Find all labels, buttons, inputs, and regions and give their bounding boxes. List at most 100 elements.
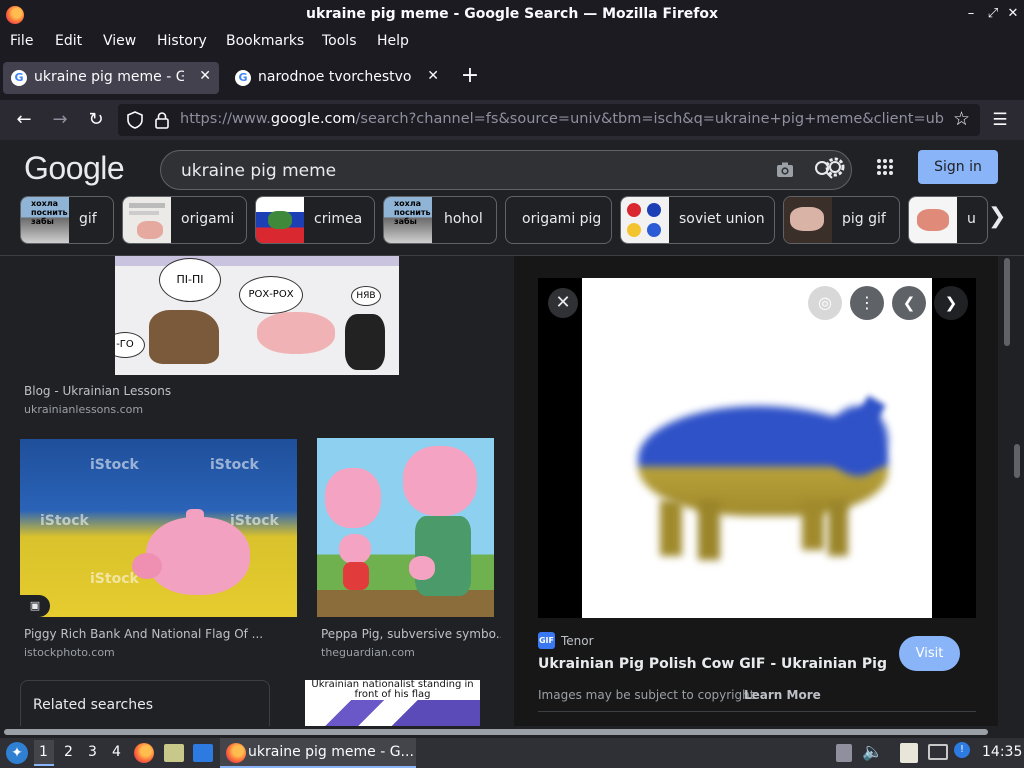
chip-thumbnail: хохла поснить забы bbox=[21, 197, 69, 243]
restore-icon[interactable]: ⤢ bbox=[984, 5, 1002, 23]
menu-help[interactable]: Help bbox=[377, 33, 409, 49]
result-image-peppa-pig[interactable] bbox=[317, 438, 494, 617]
google-logo[interactable]: Google bbox=[24, 150, 125, 187]
chip-thumbnail bbox=[123, 197, 171, 243]
lock-icon[interactable] bbox=[154, 111, 170, 129]
result-title[interactable]: Piggy Rich Bank And National Flag Of ... bbox=[24, 627, 298, 641]
scroll-thumb[interactable] bbox=[4, 729, 988, 735]
chip-origami[interactable]: origami bbox=[122, 196, 247, 244]
workspace-4[interactable]: 4 bbox=[112, 744, 121, 760]
shield-icon[interactable] bbox=[126, 111, 144, 129]
menu-edit[interactable]: Edit bbox=[55, 33, 82, 49]
previous-image-icon[interactable]: ❮ bbox=[892, 286, 926, 320]
search-query[interactable]: ukraine pig meme bbox=[181, 161, 336, 181]
preview-image-pig[interactable] bbox=[582, 278, 932, 618]
minimize-icon[interactable]: – bbox=[962, 5, 980, 23]
close-tab-icon[interactable]: ✕ bbox=[199, 68, 211, 84]
menu-view[interactable]: View bbox=[103, 33, 136, 49]
notes-icon[interactable] bbox=[900, 743, 918, 763]
result-image-nationalist[interactable]: Ukrainian nationalist standing in front … bbox=[305, 680, 480, 726]
url-bar[interactable]: https://www.google.com/search?channel=fs… bbox=[118, 104, 980, 136]
file-manager-icon[interactable] bbox=[164, 744, 184, 762]
chip-hohol[interactable]: хохла поснить забы hohol bbox=[383, 196, 497, 244]
apps-grid-icon[interactable] bbox=[876, 158, 894, 176]
menu-bookmarks[interactable]: Bookmarks bbox=[226, 33, 304, 49]
sign-in-button[interactable]: Sign in bbox=[918, 150, 998, 184]
menu-file[interactable]: File bbox=[10, 33, 33, 49]
tenor-gif-badge: GIF bbox=[538, 632, 555, 649]
chip-label: crimea bbox=[314, 211, 363, 227]
bookmark-star-icon[interactable]: ☆ bbox=[953, 108, 970, 130]
result-source[interactable]: istockphoto.com bbox=[24, 646, 115, 659]
updates-icon[interactable]: ! bbox=[954, 742, 970, 758]
close-preview-icon[interactable]: ✕ bbox=[548, 288, 578, 318]
workspace-3[interactable]: 3 bbox=[88, 744, 97, 760]
horizontal-scrollbar[interactable] bbox=[0, 726, 1024, 738]
speech-bubble: РОХ-РОХ bbox=[239, 276, 303, 314]
forward-icon[interactable]: → bbox=[48, 108, 72, 132]
more-options-icon[interactable]: ⋮ bbox=[850, 286, 884, 320]
chip-label: pig gif bbox=[842, 211, 886, 227]
tab-narodnoe-tvorchestvo[interactable]: G narodnoe tvorchestvo - Google Search ✕ bbox=[227, 62, 447, 94]
result-image-comic[interactable]: НЯВ ПІ-ПІ РОХ-РОХ -ГО bbox=[115, 256, 399, 375]
chip-pig-gif[interactable]: pig gif bbox=[783, 196, 900, 244]
search-input[interactable]: ukraine pig meme bbox=[160, 150, 852, 190]
volume-icon[interactable]: 🔈 bbox=[862, 742, 883, 762]
chip-label: u bbox=[967, 211, 976, 227]
result-image-piggy-bank[interactable]: iStock iStock iStock iStock iStock iStoc… bbox=[20, 439, 297, 617]
menu-tools[interactable]: Tools bbox=[322, 33, 357, 49]
new-tab-button[interactable]: + bbox=[458, 62, 482, 90]
url-prefix: https://www. bbox=[180, 111, 271, 127]
result-source[interactable]: theguardian.com bbox=[321, 646, 415, 659]
chip-origami-pig[interactable]: origami pig bbox=[505, 196, 612, 244]
visit-button[interactable]: Visit bbox=[899, 636, 960, 671]
vertical-scrollbar[interactable] bbox=[1000, 256, 1020, 726]
chip-label: hohol bbox=[444, 211, 483, 227]
close-window-icon[interactable]: ✕ bbox=[1004, 5, 1022, 23]
camera-icon[interactable] bbox=[775, 161, 795, 179]
url-domain: google.com bbox=[270, 111, 356, 127]
next-image-icon[interactable]: ❯ bbox=[934, 286, 968, 320]
lens-icon[interactable]: ◎ bbox=[808, 286, 842, 320]
scroll-thumb-secondary[interactable] bbox=[1014, 444, 1020, 478]
result-source[interactable]: ukrainianlessons.com bbox=[24, 403, 143, 416]
result-title[interactable]: Peppa Pig, subversive symbo... bbox=[321, 627, 501, 641]
clock[interactable]: 14:35 bbox=[982, 744, 1022, 760]
reload-icon[interactable]: ↻ bbox=[84, 108, 108, 132]
image-caption-text: Ukrainian nationalist standing in front … bbox=[305, 680, 480, 700]
chip-crimea[interactable]: crimea bbox=[255, 196, 375, 244]
chip-thumbnail bbox=[784, 197, 832, 243]
learn-more-link[interactable]: Learn More bbox=[744, 688, 821, 702]
display-icon[interactable] bbox=[928, 744, 948, 760]
chevron-right-icon[interactable]: ❯ bbox=[988, 204, 1006, 229]
result-title[interactable]: Blog - Ukrainian Lessons bbox=[24, 384, 171, 398]
firefox-launcher-icon[interactable] bbox=[134, 743, 154, 763]
watermark-text: iStock bbox=[40, 513, 89, 529]
preview-title[interactable]: Ukrainian Pig Polish Cow GIF - Ukrainian… bbox=[538, 656, 890, 672]
google-favicon-icon: G bbox=[11, 70, 27, 86]
related-searches-card[interactable]: Related searches bbox=[20, 680, 270, 726]
back-icon[interactable]: ← bbox=[12, 108, 36, 132]
chip-partial[interactable]: u bbox=[908, 196, 988, 244]
clipboard-icon[interactable] bbox=[836, 744, 852, 762]
menu-bar: File Edit View History Bookmarks Tools H… bbox=[0, 30, 1024, 54]
url-text[interactable]: https://www.google.com/search?channel=fs… bbox=[180, 111, 945, 127]
chip-gif[interactable]: хохла поснить забы gif bbox=[20, 196, 114, 244]
workspace-2[interactable]: 2 bbox=[64, 744, 73, 760]
taskbar-window-firefox[interactable]: ukraine pig meme - G... bbox=[220, 738, 416, 768]
close-tab-icon[interactable]: ✕ bbox=[427, 68, 439, 84]
preview-source[interactable]: Tenor bbox=[561, 634, 594, 648]
chip-label: gif bbox=[79, 211, 97, 227]
chip-thumbnail: хохла поснить забы bbox=[384, 197, 432, 243]
tab-ukraine-pig-meme[interactable]: G ukraine pig meme - Google Search ✕ bbox=[3, 62, 219, 94]
settings-gear-icon[interactable] bbox=[822, 154, 848, 180]
desktop-icon[interactable] bbox=[193, 744, 213, 762]
scroll-thumb[interactable] bbox=[1004, 258, 1010, 346]
workspace-1[interactable]: 1 bbox=[39, 744, 48, 760]
menu-history[interactable]: History bbox=[157, 33, 207, 49]
google-header: Google ukraine pig meme Sign in хохла по… bbox=[0, 140, 1024, 256]
hamburger-menu-icon[interactable]: ☰ bbox=[988, 108, 1012, 132]
start-menu-icon[interactable]: ✦ bbox=[6, 742, 28, 764]
chip-soviet-union[interactable]: soviet union bbox=[620, 196, 775, 244]
window-title: ukraine pig meme - Google Search — Mozil… bbox=[306, 6, 718, 22]
